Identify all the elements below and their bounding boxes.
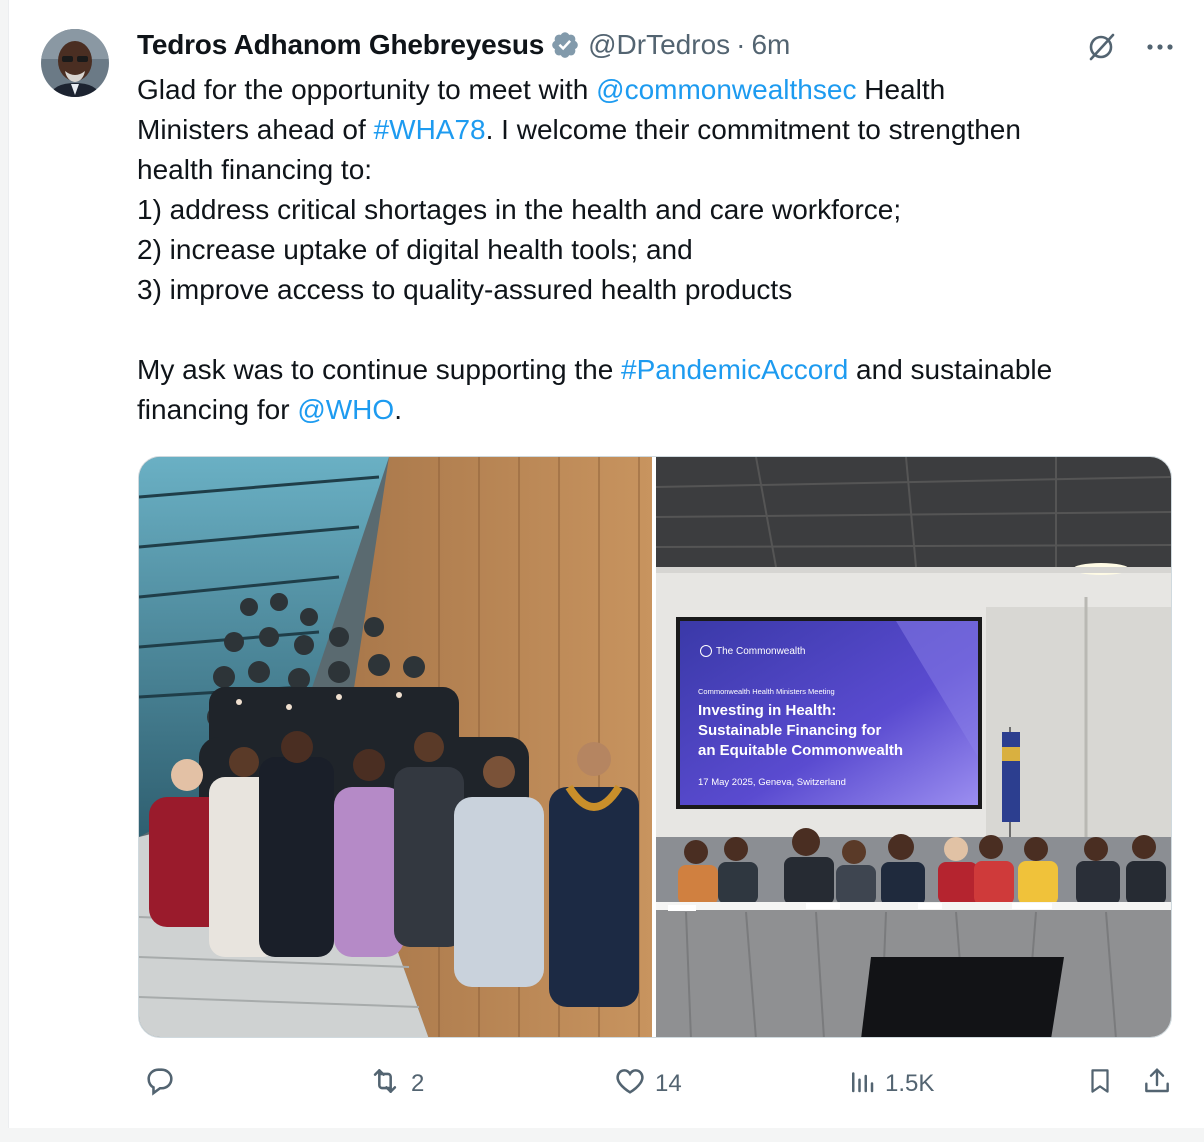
bookmark-button[interactable]	[1085, 1062, 1115, 1106]
tweet-text-segment: Glad for the opportunity to meet with	[137, 74, 597, 105]
views-count: 1.5K	[885, 1070, 935, 1097]
verified-badge-icon[interactable]	[550, 30, 580, 60]
tweet-header: Tedros Adhanom Ghebreyesus @DrTedros · 6…	[137, 28, 790, 62]
bookmark-icon	[1085, 1064, 1115, 1105]
tweet-text-segment: . I welcome their commitment to strength…	[137, 114, 1021, 385]
slide-title-line3: an Equitable Commonwealth	[698, 742, 904, 759]
reply-icon	[143, 1064, 177, 1105]
slide-title-line2: Sustainable Financing for	[698, 722, 882, 739]
views-button[interactable]: 1.5K	[847, 1062, 934, 1106]
commonwealth-logo-icon	[700, 645, 712, 657]
hashtag-link[interactable]: #PandemicAccord	[621, 354, 848, 385]
like-icon	[613, 1064, 647, 1105]
slide-meeting: Commonwealth Health Ministers Meeting	[698, 687, 835, 696]
grok-icon[interactable]	[1084, 30, 1118, 64]
slide-date: 17 May 2025, Geneva, Switzerland	[698, 777, 846, 788]
reply-button[interactable]	[143, 1062, 185, 1106]
like-count: 14	[655, 1070, 682, 1097]
photo-meeting-room[interactable]: The Commonwealth Commonwealth Health Min…	[656, 457, 1171, 1037]
retweet-button[interactable]: 2	[367, 1062, 424, 1106]
mention-link[interactable]: @WHO	[297, 394, 394, 425]
slide-org: The Commonwealth	[700, 645, 805, 657]
more-icon[interactable]	[1146, 43, 1174, 51]
hashtag-link[interactable]: #WHA78	[374, 114, 486, 145]
author-handle[interactable]: @DrTedros	[588, 29, 730, 61]
separator-dot: ·	[736, 29, 746, 60]
slide-org-label: The Commonwealth	[716, 645, 806, 657]
tweet-card[interactable]: Tedros Adhanom Ghebreyesus @DrTedros · 6…	[8, 0, 1204, 1128]
share-button[interactable]	[1141, 1062, 1173, 1106]
timestamp[interactable]: 6m	[751, 29, 790, 61]
retweet-count: 2	[411, 1070, 425, 1097]
retweet-icon	[367, 1064, 403, 1105]
views-icon	[847, 1064, 877, 1105]
top-actions	[1084, 30, 1174, 64]
author-avatar[interactable]	[41, 29, 109, 97]
photo-group-staircase[interactable]	[139, 457, 652, 1037]
slide-title-line1: Investing in Health:	[698, 702, 837, 719]
media-grid: The Commonwealth Commonwealth Health Min…	[138, 456, 1172, 1038]
mention-link[interactable]: @commonwealthsec	[596, 74, 856, 105]
share-icon	[1141, 1064, 1173, 1105]
tweet-text-segment: .	[394, 394, 402, 425]
tweet-text: Glad for the opportunity to meet with @c…	[137, 70, 1177, 430]
like-button[interactable]: 14	[613, 1062, 682, 1106]
action-bar: 2 14 1.5K	[137, 1062, 1177, 1106]
slide-title: Investing in Health: Sustainable Financi…	[698, 701, 903, 761]
author-name[interactable]: Tedros Adhanom Ghebreyesus	[137, 29, 544, 61]
